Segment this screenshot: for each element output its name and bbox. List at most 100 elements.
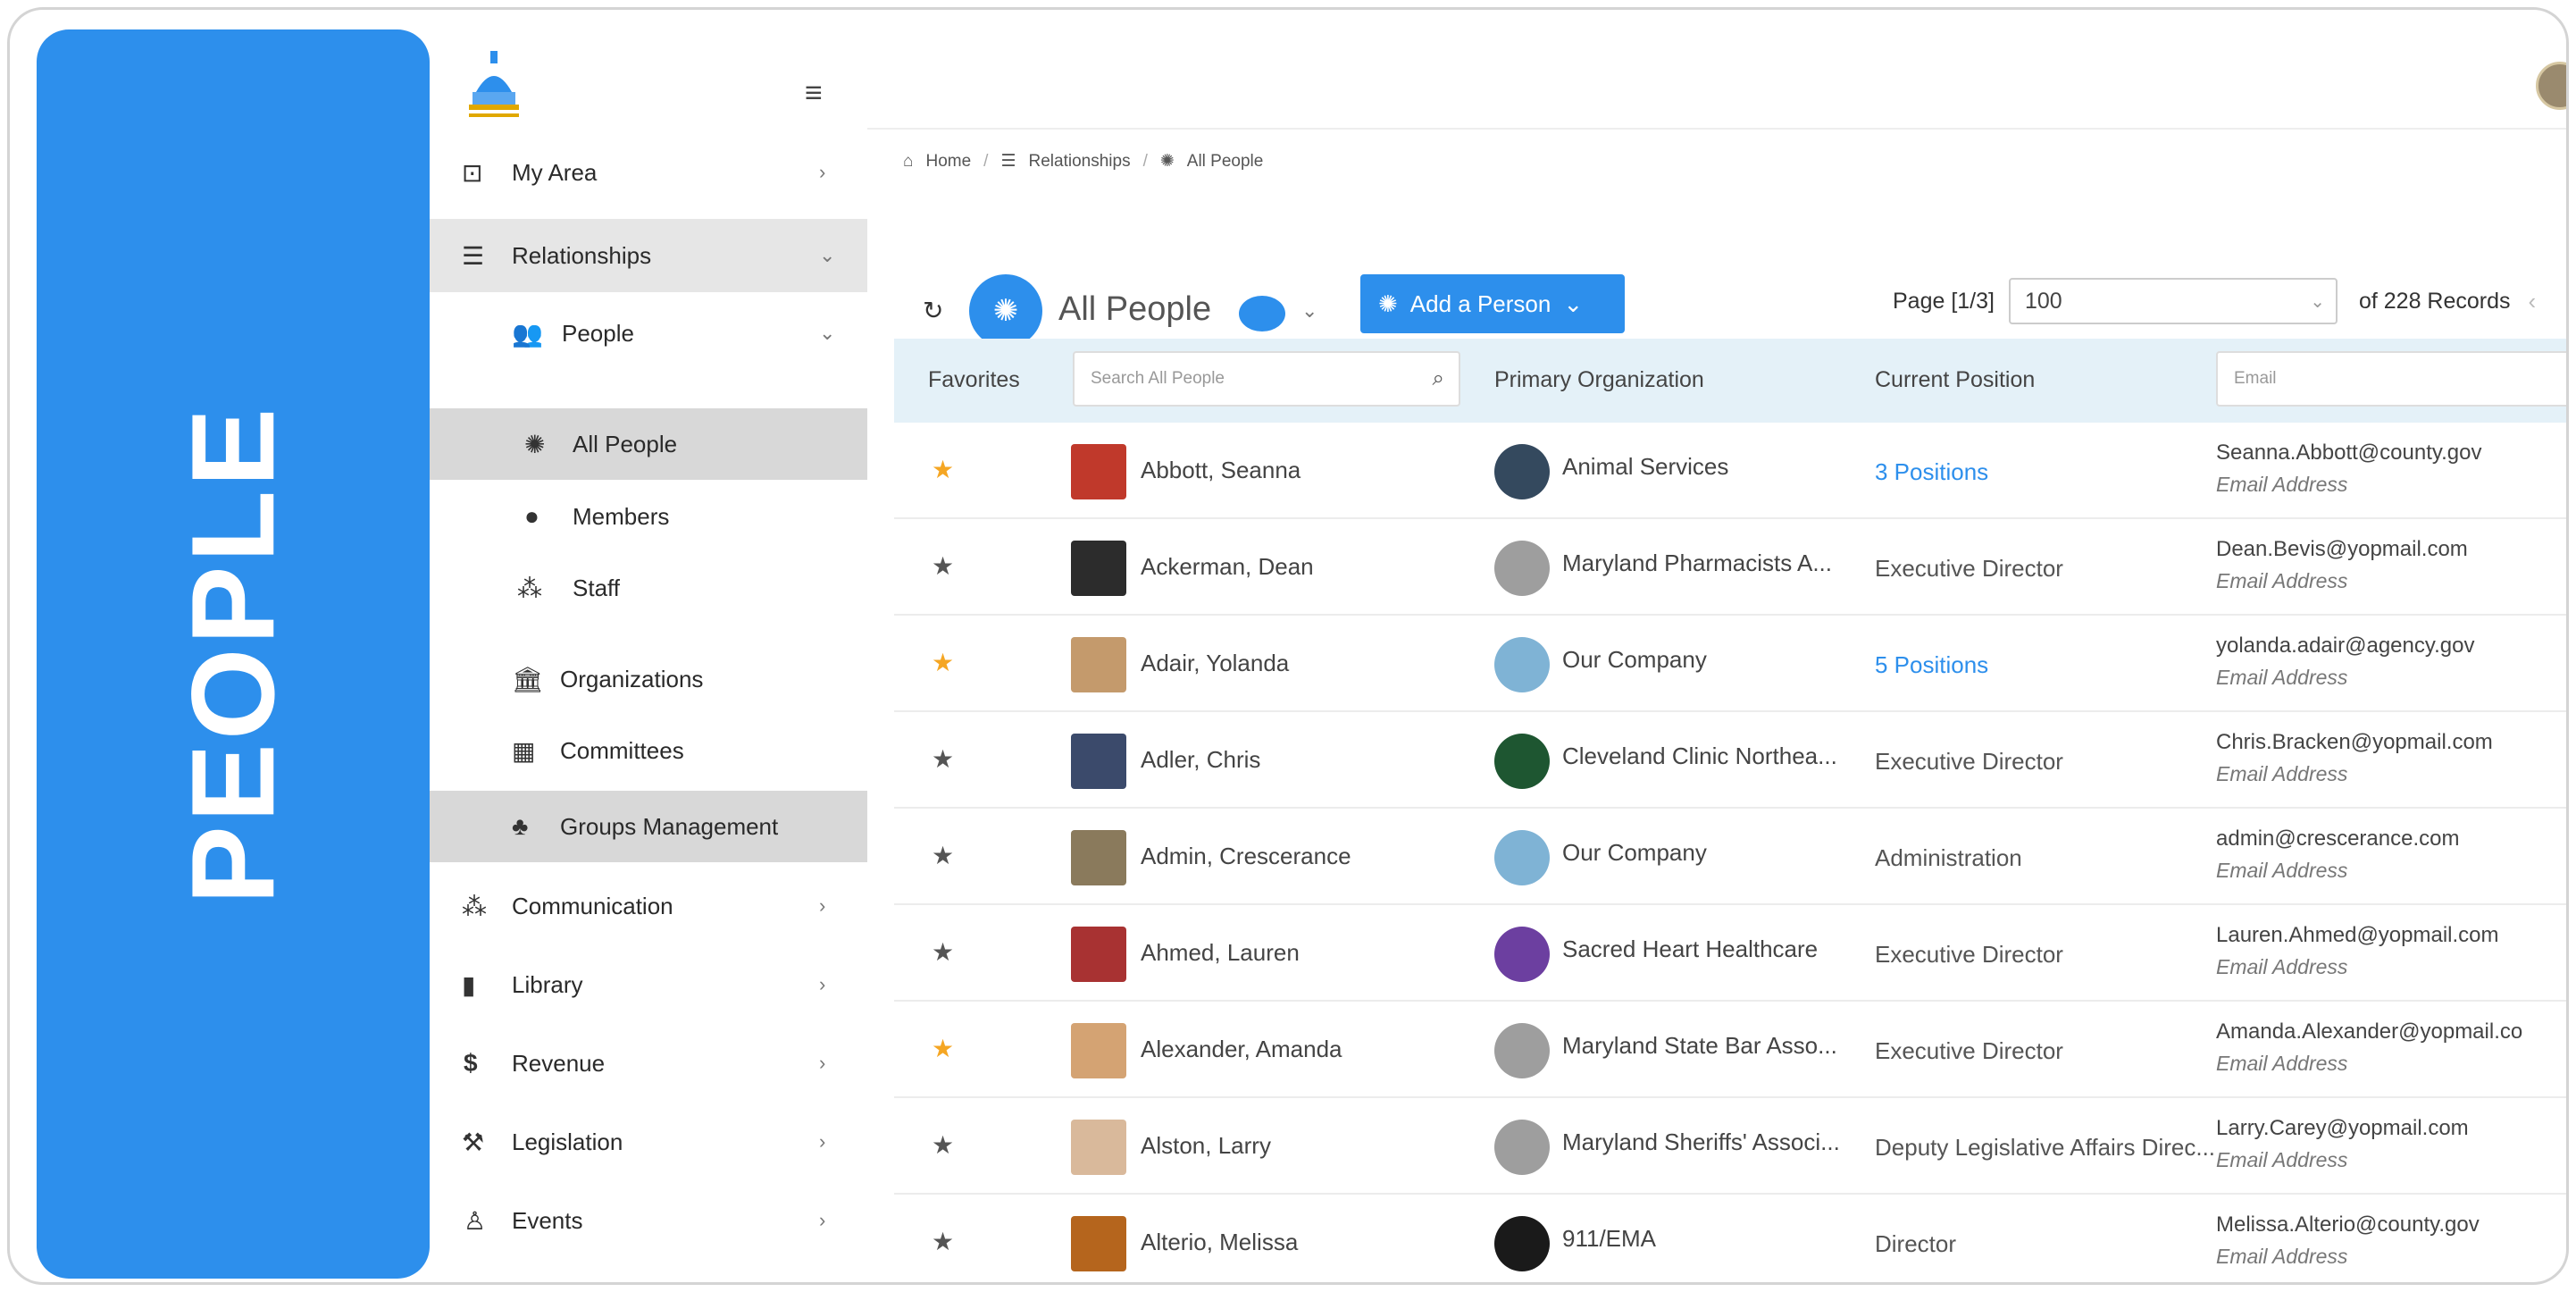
organization-name[interactable]: Maryland State Bar Asso...	[1562, 1032, 1837, 1060]
search-input[interactable]: Search All People ⌕	[1073, 351, 1460, 407]
chevron-down-icon: ⌄	[1563, 289, 1584, 317]
favorite-star-icon[interactable]: ★	[932, 455, 954, 484]
sidebar-item-committees[interactable]: ▦ Committees	[430, 719, 867, 782]
people-banner: PEOPLE	[37, 29, 430, 1279]
favorite-star-icon[interactable]: ★	[932, 648, 954, 677]
person-name[interactable]: Alexander, Amanda	[1141, 1036, 1342, 1063]
search-icon[interactable]: ⌕	[1433, 353, 1444, 405]
organization-name[interactable]: Maryland Sheriffs' Associ...	[1562, 1128, 1840, 1156]
people-table: Favorites Search All People ⌕ Primary Or…	[894, 339, 2569, 1282]
person-name[interactable]: Ackerman, Dean	[1141, 553, 1314, 581]
organization-name[interactable]: Sacred Heart Healthcare	[1562, 935, 1818, 963]
user-avatar[interactable]	[2536, 62, 2566, 110]
email-filter-input[interactable]: Email ⌕	[2216, 351, 2569, 407]
email-label: Email Address	[2216, 859, 2348, 882]
person-name[interactable]: Alston, Larry	[1141, 1132, 1271, 1160]
email-address[interactable]: Lauren.Ahmed@yopmail.com	[2216, 923, 2499, 948]
organization-name[interactable]: 911/EMA	[1562, 1225, 1656, 1253]
email-address[interactable]: admin@crescerance.com	[2216, 826, 2459, 852]
add-person-button[interactable]: ✺ Add a Person ⌄	[1360, 274, 1625, 333]
sidebar-item-members[interactable]: ● Members	[430, 485, 867, 548]
favorite-star-icon[interactable]: ★	[932, 1130, 954, 1160]
brain-icon: ✺	[524, 430, 546, 458]
favorite-star-icon[interactable]: ★	[932, 551, 954, 581]
email-address[interactable]: Seanna.Abbott@county.gov	[2216, 440, 2481, 466]
sidebar-item-relationships[interactable]: ☰ Relationships ⌄	[430, 219, 867, 292]
favorite-star-icon[interactable]: ★	[932, 1227, 954, 1256]
page-size-select[interactable]: 100 ⌄	[2008, 278, 2338, 324]
email-address[interactable]: Melissa.Alterio@county.gov	[2216, 1212, 2480, 1237]
sidebar-item-events[interactable]: ♙ Events ›	[430, 1189, 867, 1252]
avatar	[1071, 830, 1126, 885]
chevron-right-icon: ›	[819, 973, 826, 995]
person-name[interactable]: Adair, Yolanda	[1141, 650, 1289, 677]
sidebar-item-all-people[interactable]: ✺ All People	[430, 408, 867, 480]
chevron-down-icon: ⌄	[819, 322, 836, 344]
organization-name[interactable]: Maryland Pharmacists A...	[1562, 550, 1832, 577]
prev-page-icon[interactable]: ‹	[2529, 288, 2537, 315]
sidebar-item-organizations[interactable]: 🏛 Organizations	[430, 648, 867, 710]
sidebar-item-revenue[interactable]: $ Revenue ›	[430, 1032, 867, 1095]
email-address[interactable]: Amanda.Alexander@yopmail.co	[2216, 1019, 2522, 1045]
email-address[interactable]: Larry.Carey@yopmail.com	[2216, 1116, 2469, 1141]
header-organization[interactable]: Primary Organization	[1494, 367, 1704, 393]
current-position[interactable]: 5 Positions	[1875, 651, 1988, 679]
organization-name[interactable]: Our Company	[1562, 646, 1707, 674]
target-icon: ⊡	[462, 158, 483, 187]
menu-toggle-icon[interactable]: ≡	[805, 76, 823, 111]
sidebar-item-communication[interactable]: ⁂ Communication ›	[430, 875, 867, 937]
email-address[interactable]: yolanda.adair@agency.gov	[2216, 633, 2474, 659]
search-icon[interactable]: ⌕	[2567, 353, 2569, 405]
refresh-icon[interactable]: ↻	[923, 296, 943, 325]
top-bar	[867, 29, 2566, 130]
breadcrumb-current: All People	[1186, 151, 1264, 171]
organization-name[interactable]: Cleveland Clinic Northea...	[1562, 742, 1837, 770]
chevron-right-icon: ›	[819, 894, 826, 917]
brain-icon: ✺	[1159, 152, 1175, 171]
sidebar-item-staff[interactable]: ⁂ Staff	[430, 557, 867, 619]
email-label: Email Address	[2216, 762, 2348, 785]
table-row[interactable]: ★ Adair, Yolanda Our Company 5 Positions yol…	[894, 616, 2566, 712]
sidebar-item-my-area[interactable]: ⊡ My Area ›	[430, 138, 867, 206]
person-name[interactable]: Admin, Crescerance	[1141, 843, 1351, 870]
table-row[interactable]: ★ Ahmed, Lauren Sacred Heart Healthcare Exe…	[894, 905, 2566, 1002]
table-row[interactable]: ★ Adler, Chris Cleveland Clinic Northea...…	[894, 712, 2566, 809]
header-favorites[interactable]: Favorites	[928, 367, 1020, 393]
table-row[interactable]: ★ Ackerman, Dean Maryland Pharmacists A...…	[894, 519, 2566, 616]
table-row[interactable]: ★ Alterio, Melissa 911/EMA Director Melissa.…	[894, 1195, 2566, 1282]
email-address[interactable]: Chris.Bracken@yopmail.com	[2216, 730, 2493, 755]
header-position[interactable]: Current Position	[1875, 367, 2035, 393]
current-position: Executive Director	[1875, 941, 2063, 968]
favorite-star-icon[interactable]: ★	[932, 744, 954, 774]
person-name[interactable]: Ahmed, Lauren	[1141, 939, 1300, 967]
chevron-down-icon[interactable]: ⌄	[1301, 299, 1317, 323]
favorite-star-icon[interactable]: ★	[932, 841, 954, 870]
capitol-logo-icon[interactable]	[464, 47, 524, 124]
sidebar-item-library[interactable]: ▮ Library ›	[430, 953, 867, 1016]
sidebar-item-legislation[interactable]: ⚒ Legislation ›	[430, 1111, 867, 1173]
organization-name[interactable]: Animal Services	[1562, 453, 1728, 481]
person-name[interactable]: Adler, Chris	[1141, 746, 1260, 774]
person-icon: ♙	[464, 1206, 487, 1235]
table-row[interactable]: ★ Admin, Crescerance Our Company Administra…	[894, 809, 2566, 905]
chevron-right-icon: ›	[819, 1130, 826, 1153]
breadcrumb-home[interactable]: Home	[925, 152, 971, 172]
person-name[interactable]: Alterio, Melissa	[1141, 1229, 1298, 1256]
table-row[interactable]: ★ Alexander, Amanda Maryland State Bar Ass…	[894, 1002, 2566, 1098]
view-selector-icon[interactable]	[1239, 296, 1285, 331]
email-address[interactable]: Dean.Bevis@yopmail.com	[2216, 537, 2468, 562]
person-name[interactable]: Abbott, Seanna	[1141, 457, 1301, 484]
table-row[interactable]: ★ Abbott, Seanna Animal Services 3 Position…	[894, 423, 2566, 519]
avatar	[1071, 541, 1126, 596]
avatar	[1071, 1120, 1126, 1175]
table-row[interactable]: ★ Alston, Larry Maryland Sheriffs' Associ.…	[894, 1098, 2566, 1195]
organization-name[interactable]: Our Company	[1562, 839, 1707, 867]
breadcrumb-relationships[interactable]: Relationships	[1029, 152, 1131, 172]
current-position[interactable]: 3 Positions	[1875, 458, 1988, 486]
staff-icon: ⁂	[517, 574, 542, 602]
favorite-star-icon[interactable]: ★	[932, 1034, 954, 1063]
chevron-right-icon: ›	[819, 161, 826, 183]
sidebar-item-groups-management[interactable]: ♣ Groups Management	[430, 791, 867, 862]
sidebar-item-people[interactable]: 👥 People ⌄	[430, 299, 867, 367]
favorite-star-icon[interactable]: ★	[932, 937, 954, 967]
